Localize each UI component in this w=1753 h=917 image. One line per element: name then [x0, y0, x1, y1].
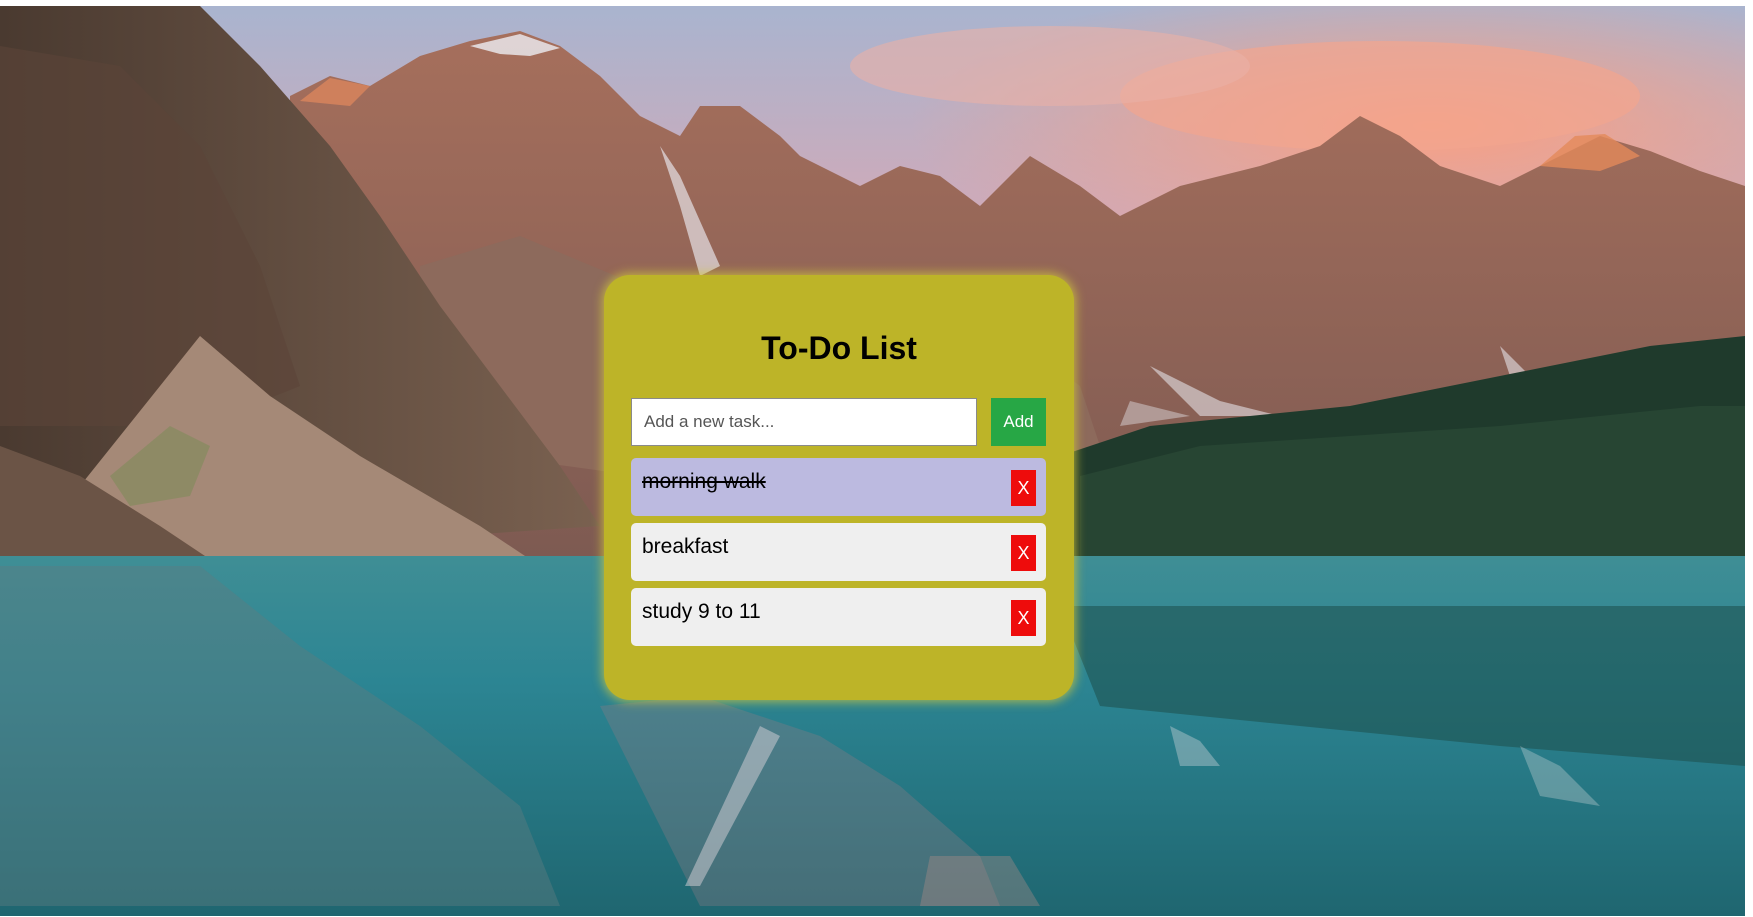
- right-edge: [1745, 0, 1753, 917]
- task-list: morning walk X breakfast X study 9 to 11…: [631, 458, 1046, 653]
- task-text: study 9 to 11: [642, 600, 761, 623]
- add-task-button[interactable]: Add: [991, 398, 1046, 446]
- task-item[interactable]: morning walk X: [631, 458, 1046, 516]
- browser-top-edge: [0, 0, 1753, 6]
- page-title: To-Do List: [761, 330, 917, 366]
- task-text: morning walk: [642, 470, 766, 493]
- todo-card: To-Do List Add morning walk X breakfast …: [604, 275, 1074, 700]
- task-item[interactable]: breakfast X: [631, 523, 1046, 581]
- task-item[interactable]: study 9 to 11 X: [631, 588, 1046, 646]
- delete-task-button[interactable]: X: [1011, 535, 1036, 571]
- delete-task-button[interactable]: X: [1011, 600, 1036, 636]
- task-text: breakfast: [642, 535, 729, 558]
- new-task-input[interactable]: [631, 398, 977, 446]
- delete-task-button[interactable]: X: [1011, 470, 1036, 506]
- page: To-Do List Add morning walk X breakfast …: [0, 0, 1753, 917]
